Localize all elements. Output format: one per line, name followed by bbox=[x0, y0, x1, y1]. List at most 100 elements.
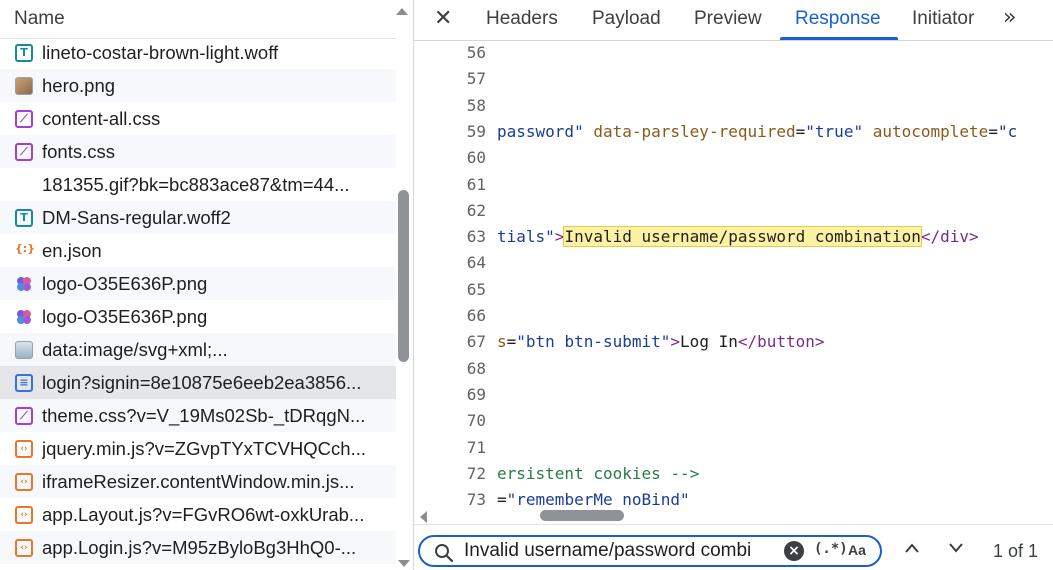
find-input[interactable] bbox=[464, 539, 776, 563]
request-row[interactable]: ⟋ fonts.css bbox=[0, 135, 396, 168]
tab-initiator[interactable]: Initiator bbox=[912, 8, 974, 30]
code-text: ersistent cookies --> bbox=[497, 461, 699, 487]
code-line: 64 bbox=[414, 250, 1053, 276]
line-number[interactable]: 67 bbox=[444, 329, 486, 355]
line-number[interactable]: 72 bbox=[444, 461, 486, 487]
line-number[interactable]: 60 bbox=[444, 145, 486, 171]
request-list-scroll-thumb[interactable] bbox=[398, 190, 409, 362]
match-count-label: 1 of 1 bbox=[993, 541, 1039, 561]
code-line: 58 bbox=[414, 93, 1053, 119]
line-number[interactable]: 68 bbox=[444, 356, 486, 382]
request-row[interactable]: ‹› app.Layout.js?v=FGvRO6wt-oxkUrab... bbox=[0, 498, 396, 531]
code-line: 61 bbox=[414, 172, 1053, 198]
stylesheet-icon: ⟋ bbox=[15, 143, 33, 161]
code-line: 69 bbox=[414, 382, 1053, 408]
code-horizontal-scroll-thumb[interactable] bbox=[540, 510, 624, 521]
sort-ascending-icon[interactable] bbox=[396, 8, 408, 15]
scroll-left-arrow-icon[interactable] bbox=[420, 511, 427, 523]
request-name: logo-O35E636P.png bbox=[42, 306, 208, 327]
request-list-header[interactable]: Name bbox=[0, 0, 413, 39]
request-row[interactable]: ≡ login?signin=8e10875e6eeb2ea3856... bbox=[0, 366, 396, 399]
request-row[interactable]: ‹› jquery.min.js?v=ZGvpTYxTCVHQCch... bbox=[0, 432, 396, 465]
request-row[interactable]: ‹› app.Login.js?v=M95zByloBg3HhQ0-... bbox=[0, 531, 396, 564]
code-line: 65 bbox=[414, 277, 1053, 303]
line-number[interactable]: 59 bbox=[444, 119, 486, 145]
line-number[interactable]: 69 bbox=[444, 382, 486, 408]
clear-search-icon[interactable]: × bbox=[784, 541, 804, 561]
tab-payload[interactable]: Payload bbox=[592, 8, 661, 30]
code-line: 72 ersistent cookies --> bbox=[414, 461, 1053, 487]
request-name: jquery.min.js?v=ZGvpTYxTCVHQCch... bbox=[42, 438, 366, 459]
logo-image-icon bbox=[15, 308, 33, 326]
line-number[interactable]: 70 bbox=[444, 408, 486, 434]
request-row[interactable]: logo-O35E636P.png bbox=[0, 300, 396, 333]
line-number[interactable]: 65 bbox=[444, 277, 486, 303]
code-line: 57 bbox=[414, 66, 1053, 92]
code-line: 66 bbox=[414, 303, 1053, 329]
code-token: </div> bbox=[920, 227, 979, 247]
code-line: 68 bbox=[414, 356, 1053, 382]
code-line: 62 bbox=[414, 198, 1053, 224]
code-text: s="btn btn-submit">Log In</button> bbox=[497, 329, 825, 355]
logo-image-icon bbox=[15, 275, 33, 293]
detail-tabbar: ✕ Headers Payload Preview Response Initi… bbox=[414, 0, 1053, 41]
code-line: 70 bbox=[414, 408, 1053, 434]
code-line: 56 bbox=[414, 41, 1053, 66]
chevron-double-right-icon[interactable]: » bbox=[1003, 5, 1016, 30]
name-column-header[interactable]: Name bbox=[14, 8, 65, 30]
previous-match-chevron-up-icon[interactable] bbox=[904, 539, 920, 558]
request-name: login?signin=8e10875e6eeb2ea3856... bbox=[42, 372, 362, 393]
tab-preview[interactable]: Preview bbox=[694, 8, 762, 30]
line-number[interactable]: 63 bbox=[444, 224, 486, 250]
match-case-toggle-button[interactable]: Aa bbox=[848, 542, 866, 558]
code-token: = bbox=[795, 121, 806, 141]
request-row[interactable]: ⟋ theme.css?v=V_19Ms02Sb-_tDRqgN... bbox=[0, 399, 396, 432]
line-number[interactable]: 64 bbox=[444, 250, 486, 276]
search-match-highlight: Invalid username/password combination bbox=[563, 226, 922, 248]
code-token: = bbox=[506, 332, 517, 352]
code-text: tials">Invalid username/password combina… bbox=[497, 224, 979, 250]
code-token: autocomplete bbox=[872, 121, 989, 141]
response-code-viewer[interactable]: 56 57 58 59 password" data-parsley-required=… bbox=[414, 41, 1053, 524]
request-row[interactable]: 181355.gif?bk=bc883ace87&tm=44... bbox=[0, 168, 396, 201]
request-row[interactable]: hero.png bbox=[0, 69, 396, 102]
line-number[interactable]: 61 bbox=[444, 172, 486, 198]
close-icon[interactable]: ✕ bbox=[434, 8, 452, 30]
line-number[interactable]: 57 bbox=[444, 66, 486, 92]
line-number[interactable]: 56 bbox=[444, 41, 486, 66]
find-search-box[interactable]: × (.*) Aa bbox=[418, 535, 882, 567]
json-icon: {:} bbox=[15, 242, 36, 255]
line-number[interactable]: 62 bbox=[444, 198, 486, 224]
request-row[interactable]: Tlineto-costar-brown-light.woff bbox=[0, 36, 396, 69]
code-token: s bbox=[497, 332, 507, 352]
regex-toggle-button[interactable]: (.*) bbox=[814, 541, 848, 557]
request-name: en.json bbox=[42, 240, 102, 261]
line-number[interactable]: 58 bbox=[444, 93, 486, 119]
code-token: data-parsley-required bbox=[593, 121, 796, 141]
line-number[interactable]: 71 bbox=[444, 435, 486, 461]
request-name: fonts.css bbox=[42, 141, 115, 162]
request-row[interactable]: logo-O35E636P.png bbox=[0, 267, 396, 300]
request-row[interactable]: {:} en.json bbox=[0, 234, 396, 267]
tab-headers[interactable]: Headers bbox=[486, 8, 558, 30]
request-row[interactable]: data:image/svg+xml;... bbox=[0, 333, 396, 366]
code-token: ersistent cookies --> bbox=[497, 463, 700, 483]
code-line: 59 password" data-parsley-required="true"… bbox=[414, 119, 1053, 145]
request-row[interactable]: T DM-Sans-regular.woff2 bbox=[0, 201, 396, 234]
code-horizontal-scrollbar[interactable] bbox=[414, 506, 1053, 524]
code-line: 63 tials">Invalid username/password combi… bbox=[414, 224, 1053, 250]
next-match-chevron-down-icon[interactable] bbox=[948, 539, 964, 558]
code-token: Log In bbox=[680, 332, 738, 352]
request-row[interactable]: ⟋ content-all.css bbox=[0, 102, 396, 135]
request-detail-panel: ✕ Headers Payload Preview Response Initi… bbox=[414, 0, 1053, 570]
line-number[interactable]: 66 bbox=[444, 303, 486, 329]
scroll-down-arrow-icon[interactable] bbox=[398, 560, 410, 567]
image-placeholder-icon bbox=[15, 341, 33, 359]
request-name: data:image/svg+xml;... bbox=[42, 339, 228, 360]
request-list-panel: Name Tlineto-costar-brown-light.woff hero… bbox=[0, 0, 413, 570]
request-row[interactable]: ‹› iframeResizer.contentWindow.min.js... bbox=[0, 465, 396, 498]
request-name: content-all.css bbox=[42, 108, 161, 129]
tab-response[interactable]: Response bbox=[795, 8, 881, 30]
code-text: password" data-parsley-required="true" a… bbox=[497, 119, 1017, 145]
